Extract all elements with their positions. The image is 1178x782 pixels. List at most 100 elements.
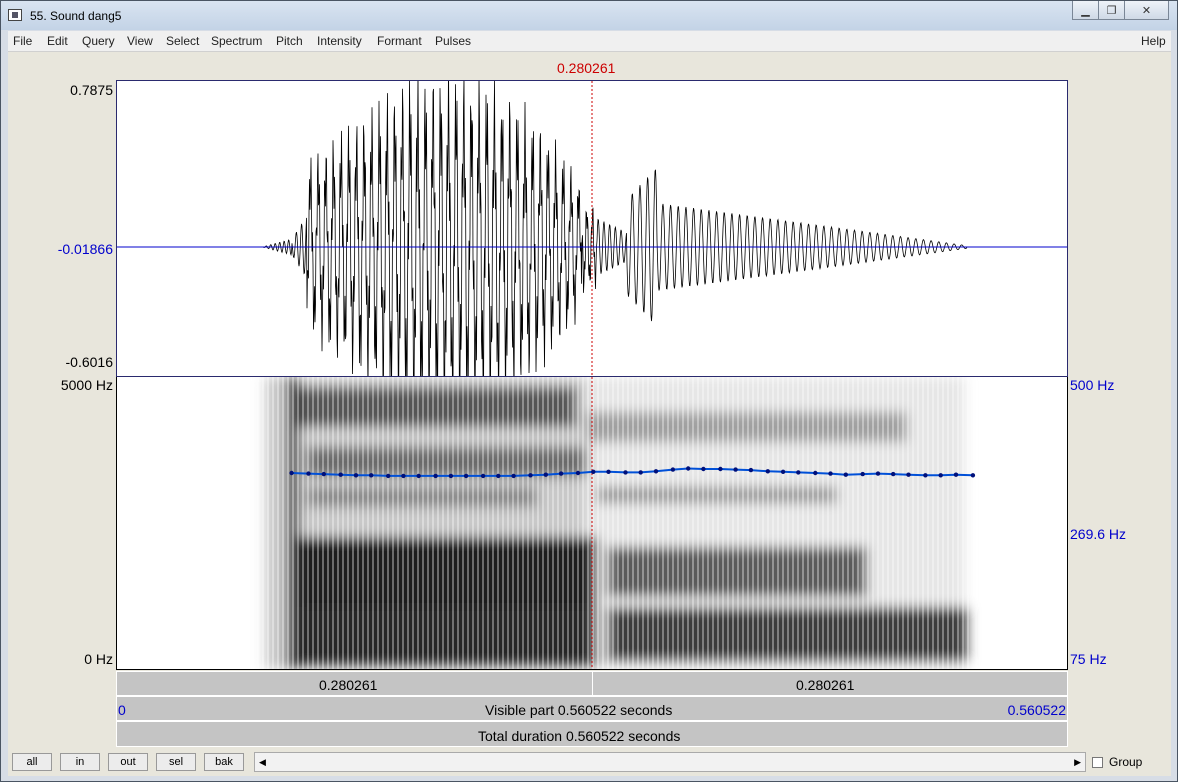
pitch-point <box>369 473 374 478</box>
total-duration-label: Total duration 0.560522 seconds <box>478 728 681 744</box>
restore-icon: ❐ <box>1106 4 1117 17</box>
pitch-point <box>386 473 391 479</box>
segment-left-label: 0.280261 <box>319 677 378 693</box>
waveform-ymid-label: -0.01866 <box>57 241 113 257</box>
scroll-right-icon[interactable]: ▶ <box>1074 757 1081 768</box>
pitch-point <box>528 473 533 478</box>
visible-part-bar[interactable]: 0 Visible part 0.560522 seconds 0.560522 <box>116 696 1068 721</box>
title-bar: 55. Sound dang5 ▁ ❐ ✕ <box>1 1 1177 30</box>
pitch-point <box>875 471 881 476</box>
pitch-cursor-label: 269.6 Hz <box>1070 526 1127 542</box>
pitch-min-label: 75 Hz <box>1070 651 1107 667</box>
waveform-ymax-label: 0.7875 <box>70 82 113 98</box>
pitch-point <box>796 470 801 475</box>
pitch-point <box>480 473 486 479</box>
waveform-svg <box>117 65 1067 426</box>
pitch-point <box>338 472 343 477</box>
pitch-point <box>463 473 469 479</box>
pitch-point <box>891 471 896 477</box>
waveform-panel[interactable] <box>116 65 1068 426</box>
pitch-point <box>938 473 943 478</box>
pitch-point <box>575 470 581 476</box>
minimize-icon: ▁ <box>1081 4 1090 17</box>
pitch-point <box>653 469 659 474</box>
menu-query[interactable]: Query <box>82 34 115 48</box>
visible-part-label: Visible part 0.560522 seconds <box>485 702 673 718</box>
pitch-point <box>748 467 754 473</box>
zoom-out-button[interactable]: out <box>108 753 148 771</box>
maximize-button[interactable]: ❐ <box>1098 1 1125 20</box>
minimize-button[interactable]: ▁ <box>1072 1 1099 20</box>
menu-pulses[interactable]: Pulses <box>435 34 471 48</box>
pitch-point <box>733 467 738 472</box>
pitch-point <box>686 466 691 471</box>
time-segment-bar[interactable]: 0.280261 0.280261 <box>116 671 1068 696</box>
pitch-max-label: 500 Hz <box>1070 377 1115 393</box>
menu-intensity[interactable]: Intensity <box>317 34 362 48</box>
segment-divider <box>592 672 593 695</box>
scroll-left-icon[interactable]: ◀ <box>259 757 266 768</box>
spectrogram-panel[interactable] <box>116 377 1068 670</box>
spectrogram-fmax-label: 5000 Hz <box>60 377 113 393</box>
pitch-point <box>623 470 628 475</box>
pitch-point <box>416 473 421 479</box>
pitch-point <box>558 471 564 476</box>
pitch-point <box>306 471 311 476</box>
pitch-point <box>906 472 911 477</box>
pitch-point <box>718 466 723 472</box>
pitch-point <box>606 469 611 474</box>
menu-formant[interactable]: Formant <box>377 34 422 48</box>
pitch-point <box>321 471 326 477</box>
pitch-point <box>638 470 643 475</box>
close-icon: ✕ <box>1141 4 1152 17</box>
menu-select[interactable]: Select <box>166 34 199 48</box>
menu-pitch[interactable]: Pitch <box>276 34 303 48</box>
pitch-point <box>591 469 596 474</box>
spectrogram-striation <box>257 377 972 669</box>
pitch-point <box>828 471 833 476</box>
pitch-point <box>448 473 454 479</box>
pitch-point <box>970 473 976 478</box>
pitch-point <box>511 473 516 479</box>
pitch-point <box>701 466 706 472</box>
pitch-point <box>765 469 770 474</box>
group-checkbox[interactable] <box>1092 757 1103 768</box>
menu-spectrum[interactable]: Spectrum <box>211 34 262 48</box>
cursor-time-label: 0.280261 <box>557 60 616 76</box>
zoom-in-button[interactable]: in <box>60 753 100 771</box>
pitch-point <box>433 473 438 479</box>
spectrogram-svg <box>257 377 976 669</box>
pitch-point <box>953 472 959 477</box>
pitch-point <box>496 473 501 479</box>
menu-help[interactable]: Help <box>1141 34 1166 48</box>
pitch-point <box>843 472 848 477</box>
close-button[interactable]: ✕ <box>1124 1 1169 20</box>
total-duration-bar[interactable]: Total duration 0.560522 seconds <box>116 721 1068 747</box>
pitch-point <box>860 471 865 477</box>
app-icon <box>8 9 22 21</box>
zoom-back-button[interactable]: bak <box>204 753 244 771</box>
segment-right-label: 0.280261 <box>796 677 855 693</box>
zoom-all-button[interactable]: all <box>12 753 52 771</box>
pitch-point <box>923 473 928 478</box>
pitch-point <box>353 473 359 478</box>
window-title: 55. Sound dang5 <box>30 9 122 23</box>
visible-start-label: 0 <box>118 702 126 718</box>
editor-window: 55. Sound dang5 ▁ ❐ ✕ File Edit Query Vi… <box>0 0 1178 782</box>
pitch-point <box>543 472 548 477</box>
pitch-point <box>289 470 294 476</box>
menu-bar: File Edit Query View Select Spectrum Pit… <box>8 31 1171 52</box>
pitch-point <box>813 470 818 476</box>
zoom-sel-button[interactable]: sel <box>156 753 196 771</box>
group-label: Group <box>1109 755 1143 769</box>
editor-area: 0.280261 0.7875 -0.01866 -0.6016 5000 Hz… <box>8 52 1171 776</box>
spectrogram-fmin-label: 0 Hz <box>84 651 113 667</box>
pitch-point <box>401 473 406 479</box>
pitch-point <box>780 469 786 474</box>
menu-edit[interactable]: Edit <box>47 34 68 48</box>
menu-view[interactable]: View <box>127 34 153 48</box>
waveform-ymin-label: -0.6016 <box>65 354 113 370</box>
time-scrollbar[interactable]: ◀ ▶ <box>254 752 1086 772</box>
menu-file[interactable]: File <box>13 34 32 48</box>
visible-end-label: 0.560522 <box>1007 702 1066 718</box>
